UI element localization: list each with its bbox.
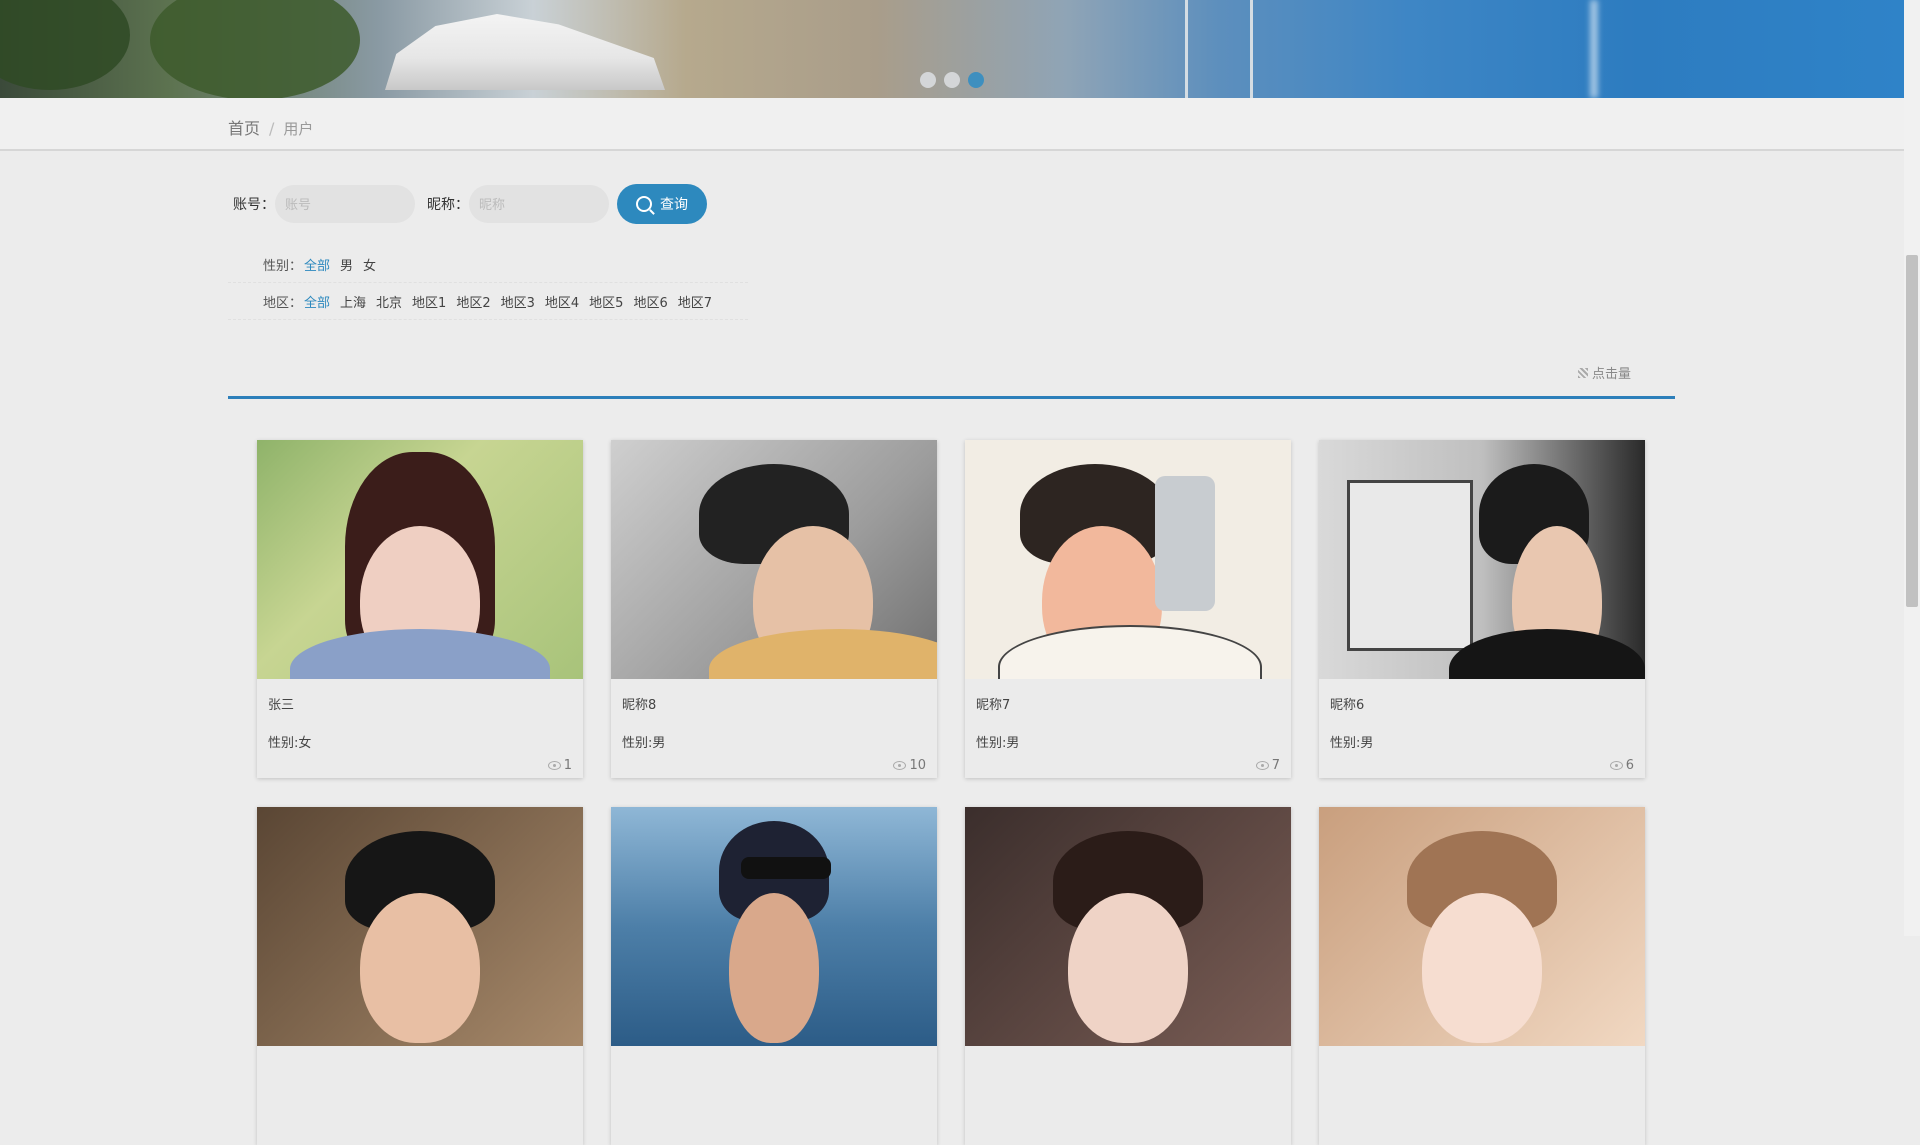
user-photo xyxy=(257,440,583,679)
search-icon xyxy=(636,196,652,212)
search-form: 账号： 昵称： 查询 xyxy=(233,184,707,224)
user-photo xyxy=(1319,807,1645,1046)
view-count-value: 1 xyxy=(563,758,572,773)
view-count: 7 xyxy=(1255,758,1280,773)
scrollbar-thumb[interactable] xyxy=(1906,255,1918,607)
breadcrumb-home[interactable]: 首页 xyxy=(228,119,260,138)
region-option-5[interactable]: 地区5 xyxy=(589,292,623,311)
user-card[interactable]: 昵称8 性别:男 10 xyxy=(611,440,937,778)
gender-filter-title: 性别： xyxy=(262,258,302,274)
user-nickname: 昵称7 xyxy=(976,698,1011,713)
carousel-indicators xyxy=(920,72,984,88)
nickname-input[interactable] xyxy=(469,185,609,223)
carousel-dot-3[interactable] xyxy=(968,72,984,88)
user-photo xyxy=(965,807,1291,1046)
user-photo xyxy=(1319,440,1645,679)
user-gender: 性别:男 xyxy=(1330,736,1374,751)
user-gender: 性别:男 xyxy=(622,736,666,751)
user-card[interactable]: 张三 性别:女 1 xyxy=(257,440,583,778)
query-button[interactable]: 查询 xyxy=(617,184,707,224)
user-card[interactable] xyxy=(257,807,583,1145)
view-count-value: 7 xyxy=(1271,758,1280,773)
gender-option-male[interactable]: 男 xyxy=(340,255,353,274)
user-card[interactable] xyxy=(1319,807,1645,1145)
user-photo xyxy=(611,440,937,679)
user-card[interactable] xyxy=(965,807,1291,1145)
breadcrumb: 首页 / 用户 xyxy=(228,115,313,139)
user-nickname: 昵称6 xyxy=(1330,698,1365,713)
nickname-label: 昵称： xyxy=(427,197,469,213)
banner-carousel[interactable] xyxy=(0,0,1904,98)
gender-option-female[interactable]: 女 xyxy=(363,255,376,274)
payphone-shape xyxy=(1347,480,1473,651)
eye-icon xyxy=(893,761,907,770)
banner-yacht xyxy=(385,14,665,90)
region-option-2[interactable]: 地区2 xyxy=(456,292,490,311)
user-gender: 性别:男 xyxy=(976,736,1020,751)
banner-reflection xyxy=(1590,0,1598,98)
carousel-dot-1[interactable] xyxy=(920,72,936,88)
view-count: 10 xyxy=(893,758,926,773)
user-photo xyxy=(611,807,937,1046)
eye-icon xyxy=(1255,761,1269,770)
region-option-4[interactable]: 地区4 xyxy=(545,292,579,311)
region-option-3[interactable]: 地区3 xyxy=(501,292,535,311)
banner-mast xyxy=(1185,0,1188,98)
view-count-value: 6 xyxy=(1625,758,1634,773)
view-count-value: 10 xyxy=(909,758,926,773)
breadcrumb-separator: / xyxy=(269,119,275,138)
user-card[interactable]: 昵称7 性别:男 7 xyxy=(965,440,1291,778)
page-scrollbar[interactable] xyxy=(1904,0,1920,936)
user-nickname: 张三 xyxy=(268,698,295,713)
user-gender: 性别:女 xyxy=(268,736,312,751)
banner-palm xyxy=(0,0,130,90)
region-option-6[interactable]: 地区6 xyxy=(633,292,667,311)
banner-mast xyxy=(1250,0,1253,98)
view-count: 1 xyxy=(547,758,572,773)
region-option-all[interactable]: 全部 xyxy=(304,292,330,311)
carousel-dot-2[interactable] xyxy=(944,72,960,88)
sort-label: 点击量 xyxy=(1592,367,1632,382)
gender-option-all[interactable]: 全部 xyxy=(304,255,330,274)
sort-icon xyxy=(1578,367,1588,378)
region-option-1[interactable]: 地区1 xyxy=(412,292,446,311)
eye-icon xyxy=(547,761,561,770)
user-card[interactable]: 昵称6 性别:男 6 xyxy=(1319,440,1645,778)
account-label: 账号： xyxy=(233,197,275,213)
region-filter: 地区： 全部 上海 北京 地区1 地区2 地区3 地区4 地区5 地区6 地区7 xyxy=(228,283,748,320)
region-option-shanghai[interactable]: 上海 xyxy=(340,292,366,311)
eye-icon xyxy=(1609,761,1623,770)
banner-palm xyxy=(150,0,360,98)
gender-filter: 性别： 全部 男 女 xyxy=(228,246,748,283)
user-nickname: 昵称8 xyxy=(622,698,657,713)
user-grid: 张三 性别:女 1 昵称8 性别:男 10 昵称7 性别:男 7 昵称6 性别:… xyxy=(257,440,1645,1145)
region-option-beijing[interactable]: 北京 xyxy=(376,292,402,311)
breadcrumb-bar: 首页 / 用户 xyxy=(0,98,1904,151)
user-card[interactable] xyxy=(611,807,937,1145)
phone-shape xyxy=(1155,476,1215,611)
user-photo xyxy=(965,440,1291,679)
sunglasses-shape xyxy=(741,857,831,879)
region-option-7[interactable]: 地区7 xyxy=(678,292,712,311)
view-count: 6 xyxy=(1609,758,1634,773)
sort-divider xyxy=(228,396,1675,399)
user-photo xyxy=(257,807,583,1046)
query-button-label: 查询 xyxy=(660,196,688,212)
sort-by-clicks[interactable]: 点击量 xyxy=(1578,363,1631,382)
breadcrumb-current: 用户 xyxy=(283,120,314,138)
region-filter-title: 地区： xyxy=(262,295,302,311)
account-input[interactable] xyxy=(275,185,415,223)
